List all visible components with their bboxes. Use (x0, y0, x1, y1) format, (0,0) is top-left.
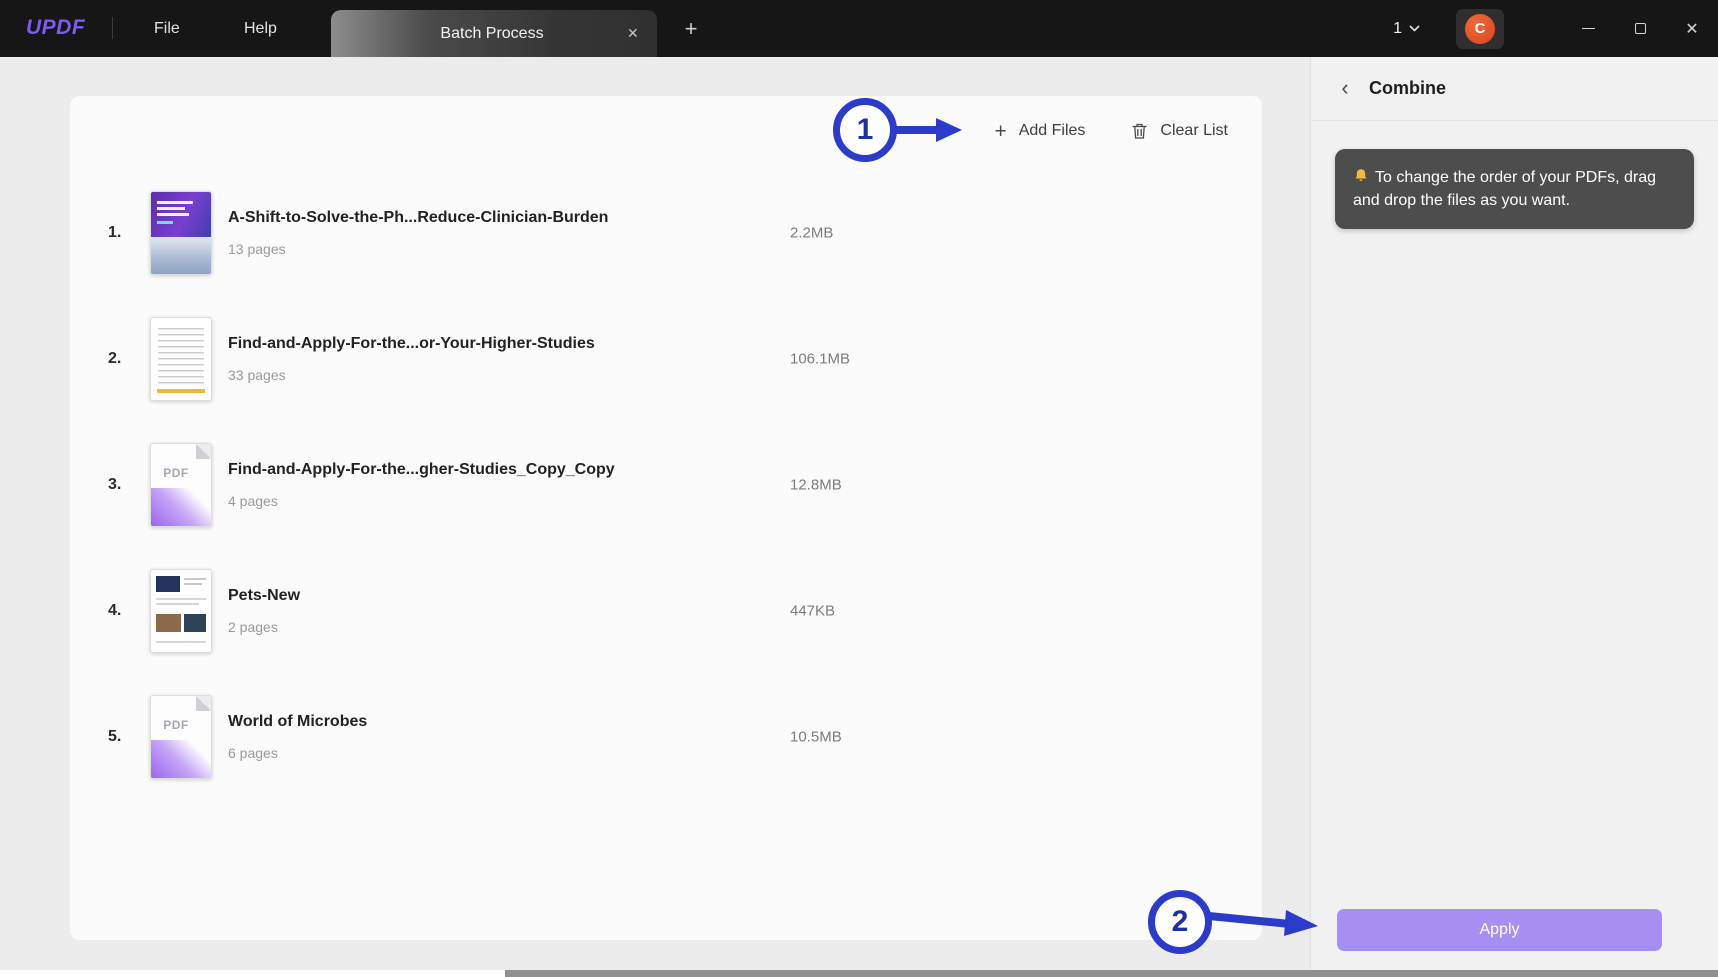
new-tab-button[interactable]: + (676, 14, 706, 44)
clear-list-button[interactable]: Clear List (1131, 122, 1228, 140)
file-info: A-Shift-to-Solve-the-Ph...Reduce-Clinici… (228, 209, 608, 257)
file-thumbnail (150, 569, 212, 653)
file-thumbnail (150, 317, 212, 401)
tab-count-value: 1 (1393, 20, 1402, 38)
file-size: 12.8MB (790, 477, 842, 494)
updf-logo: UPDF (26, 16, 85, 40)
file-name: Find-and-Apply-For-the...gher-Studies_Co… (228, 461, 615, 479)
titlebar: UPDF File Help Batch Process ✕ + 1 C ✕ (0, 0, 1718, 57)
plus-icon: + (994, 121, 1006, 142)
chevron-down-icon (1409, 25, 1420, 32)
tab-label: Batch Process (331, 25, 627, 43)
add-files-button[interactable]: + Add Files (994, 121, 1085, 142)
clear-list-label: Clear List (1160, 122, 1228, 140)
annotation-arrow-1 (888, 110, 968, 150)
file-info: Find-and-Apply-For-the...or-Your-Higher-… (228, 335, 595, 383)
file-list: 1. A-Shift-to-Solve-the-Ph...Reduce-Clin… (70, 170, 1262, 800)
annotation-step-2: 2 (1148, 890, 1212, 954)
file-name: Pets-New (228, 587, 300, 605)
menu-divider (112, 17, 113, 39)
file-size: 2.2MB (790, 225, 833, 242)
file-name: A-Shift-to-Solve-the-Ph...Reduce-Clinici… (228, 209, 608, 227)
file-thumbnail: PDF (150, 443, 212, 527)
add-files-label: Add Files (1019, 122, 1086, 140)
file-row[interactable]: 1. A-Shift-to-Solve-the-Ph...Reduce-Clin… (70, 170, 1262, 296)
minimize-button[interactable] (1562, 0, 1614, 57)
file-thumbnail (150, 191, 212, 275)
file-row[interactable]: 3. PDF Find-and-Apply-For-the...gher-Stu… (70, 422, 1262, 548)
bell-icon (1353, 168, 1369, 184)
menu-help[interactable]: Help (230, 0, 291, 57)
apply-button[interactable]: Apply (1337, 909, 1662, 951)
tab-count-dropdown[interactable]: 1 (1393, 20, 1420, 38)
main-content: + Add Files Clear List 1. (0, 57, 1718, 970)
maximize-button[interactable] (1614, 0, 1666, 57)
minimize-icon (1582, 28, 1595, 29)
file-row[interactable]: 2. Find-and-Apply-For-the...or-Your-High… (70, 296, 1262, 422)
file-name: Find-and-Apply-For-the...or-Your-Higher-… (228, 335, 595, 353)
file-pages: 6 pages (228, 745, 367, 761)
account-button[interactable]: C (1456, 9, 1504, 49)
file-row[interactable]: 4. Pets-New 2 pages 447KB (70, 548, 1262, 674)
file-index: 3. (108, 476, 142, 494)
file-index: 5. (108, 728, 142, 746)
panel-title: Combine (1369, 78, 1446, 99)
app-window: UPDF File Help Batch Process ✕ + 1 C ✕ (0, 0, 1718, 977)
maximize-icon (1635, 23, 1646, 34)
tab-batch-process[interactable]: Batch Process ✕ (331, 10, 657, 57)
file-list-card: + Add Files Clear List 1. (70, 96, 1262, 940)
file-info: World of Microbes 6 pages (228, 713, 367, 761)
file-size: 10.5MB (790, 729, 842, 746)
file-index: 1. (108, 224, 142, 242)
titlebar-right: 1 C ✕ (1393, 0, 1718, 57)
close-window-button[interactable]: ✕ (1666, 0, 1718, 57)
tab-close-icon[interactable]: ✕ (627, 25, 657, 42)
reorder-tooltip: To change the order of your PDFs, drag a… (1335, 149, 1694, 229)
file-info: Find-and-Apply-For-the...gher-Studies_Co… (228, 461, 615, 509)
file-row[interactable]: 5. PDF World of Microbes 6 pages 10.5MB (70, 674, 1262, 800)
avatar: C (1465, 14, 1495, 44)
file-info: Pets-New 2 pages (228, 587, 300, 635)
taskbar-sliver (505, 970, 1718, 977)
combine-panel: ‹ Combine To change the order of your PD… (1310, 57, 1718, 970)
file-name: World of Microbes (228, 713, 367, 731)
file-pages: 4 pages (228, 493, 615, 509)
back-chevron-icon[interactable]: ‹ (1333, 77, 1357, 101)
file-index: 4. (108, 602, 142, 620)
file-pages: 33 pages (228, 367, 595, 383)
panel-header: ‹ Combine (1311, 57, 1718, 121)
file-pages: 13 pages (228, 241, 608, 257)
trash-icon (1131, 122, 1148, 140)
file-size: 106.1MB (790, 351, 850, 368)
menu-file[interactable]: File (140, 0, 194, 57)
file-thumbnail: PDF (150, 695, 212, 779)
file-pages: 2 pages (228, 619, 300, 635)
file-index: 2. (108, 350, 142, 368)
tooltip-text: To change the order of your PDFs, drag a… (1353, 169, 1656, 209)
file-size: 447KB (790, 603, 835, 620)
card-toolbar: + Add Files Clear List (994, 112, 1228, 150)
annotation-arrow-2 (1204, 898, 1326, 944)
